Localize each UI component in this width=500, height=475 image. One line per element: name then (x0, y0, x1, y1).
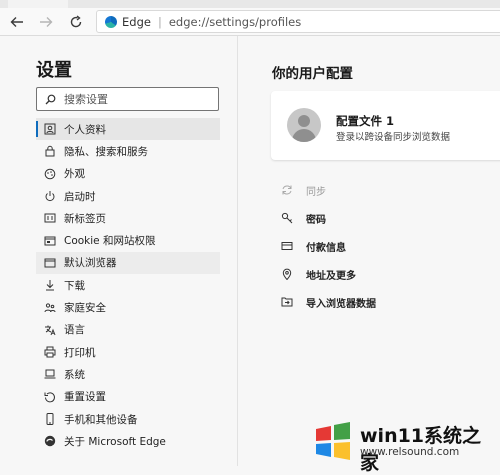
profile-card[interactable]: 配置文件 1 登录以跨设备同步浏览数据 (271, 91, 500, 160)
location-icon (280, 267, 294, 281)
back-button[interactable] (6, 11, 28, 33)
refresh-icon (70, 15, 82, 28)
page-title: 你的用户配置 (272, 66, 353, 82)
menu-item-sync[interactable]: 同步 (280, 176, 490, 204)
reset-icon (43, 390, 57, 404)
lock-icon (43, 144, 57, 158)
menu-label: 同步 (306, 186, 326, 198)
nav-item-downloads[interactable]: 下载 (36, 274, 220, 296)
profile-icon (43, 122, 57, 136)
forward-arrow-icon (40, 17, 53, 27)
card-icon (280, 239, 294, 253)
nav-label: 手机和其他设备 (64, 413, 138, 426)
family-icon (43, 301, 57, 315)
tab[interactable] (8, 0, 68, 8)
site-permissions-icon (43, 234, 57, 248)
nav-item-phone[interactable]: 手机和其他设备 (36, 408, 220, 430)
edge-logo-icon (105, 15, 117, 28)
nav-item-reset[interactable]: 重置设置 (36, 386, 220, 408)
nav-item-languages[interactable]: 语言 (36, 319, 220, 341)
nav-label: 新标签页 (64, 212, 106, 225)
search-settings-field[interactable] (36, 87, 219, 111)
key-icon (280, 211, 294, 225)
nav-item-cookies[interactable]: Cookie 和网站权限 (36, 229, 220, 251)
nav-label: 默认浏览器 (64, 257, 117, 270)
browser-toolbar: Edge | edge://settings/profiles (0, 8, 500, 36)
nav-item-appearance[interactable]: 外观 (36, 163, 220, 185)
watermark: win11系统之家 www.relsound.com (303, 415, 500, 474)
back-arrow-icon (10, 17, 23, 27)
profile-menu: 同步 密码 付款信息 地址及更多 导入浏览器数据 (280, 176, 490, 316)
nav-label: 重置设置 (64, 391, 106, 404)
search-icon (45, 94, 56, 104)
nav-item-new-tab[interactable]: 新标签页 (36, 207, 220, 229)
phone-icon (43, 412, 57, 426)
nav-item-privacy[interactable]: 隐私、搜索和服务 (36, 140, 220, 162)
nav-label: 启动时 (64, 190, 96, 203)
menu-label: 付款信息 (306, 242, 346, 254)
site-name: Edge (122, 14, 151, 29)
nav-item-default-browser[interactable]: 默认浏览器 (36, 251, 220, 275)
address-bar[interactable]: Edge | edge://settings/profiles (96, 10, 500, 33)
watermark-url: www.relsound.com (360, 446, 460, 458)
nav-label: Cookie 和网站权限 (64, 235, 156, 248)
search-input[interactable] (62, 91, 216, 107)
url-text: edge://settings/profiles (168, 14, 302, 29)
download-icon (43, 278, 57, 292)
menu-item-passwords[interactable]: 密码 (280, 204, 490, 232)
nav-label: 个人资料 (64, 123, 106, 136)
palette-icon (43, 167, 57, 181)
forward-button[interactable] (35, 11, 57, 33)
browser-icon (43, 256, 57, 270)
nav-label: 下载 (64, 279, 85, 292)
menu-item-payment[interactable]: 付款信息 (280, 232, 490, 260)
menu-label: 导入浏览器数据 (306, 298, 376, 310)
nav-label: 系统 (64, 368, 85, 381)
nav-label: 关于 Microsoft Edge (64, 435, 166, 448)
menu-label: 密码 (306, 214, 326, 226)
laptop-icon (43, 367, 57, 381)
menu-label: 地址及更多 (306, 270, 356, 282)
address-separator: | (157, 14, 162, 29)
nav-item-system[interactable]: 系统 (36, 363, 220, 385)
settings-title: 设置 (36, 60, 72, 81)
settings-sidebar: 设置 个人资料 隐私、搜索和服务 外观 启动时 新标签页 Cookie 和网站权… (0, 36, 238, 466)
menu-item-addresses[interactable]: 地址及更多 (280, 260, 490, 288)
nav-item-startup[interactable]: 启动时 (36, 185, 220, 207)
menu-item-import[interactable]: 导入浏览器数据 (280, 288, 490, 316)
nav-label: 隐私、搜索和服务 (64, 145, 148, 158)
nav-label: 语言 (64, 324, 85, 337)
nav-item-printers[interactable]: 打印机 (36, 341, 220, 363)
power-icon (43, 189, 57, 203)
refresh-button[interactable] (65, 11, 87, 33)
import-icon (280, 295, 294, 309)
settings-nav: 个人资料 隐私、搜索和服务 外观 启动时 新标签页 Cookie 和网站权限 默… (36, 118, 220, 452)
language-icon (43, 323, 57, 337)
nav-label: 打印机 (64, 346, 96, 359)
nav-item-profile[interactable]: 个人资料 (36, 118, 220, 141)
avatar (287, 108, 321, 142)
edge-logo-icon (43, 434, 57, 448)
profile-name: 配置文件 1 (336, 114, 395, 128)
nav-item-about[interactable]: 关于 Microsoft Edge (36, 430, 220, 452)
nav-label: 家庭安全 (64, 302, 106, 315)
nav-label: 外观 (64, 168, 85, 181)
new-tab-icon (43, 211, 57, 225)
nav-item-family-safety[interactable]: 家庭安全 (36, 296, 220, 318)
sync-icon (280, 183, 294, 197)
printer-icon (43, 345, 57, 359)
windows-logo-icon (316, 422, 350, 460)
profile-subtitle: 登录以跨设备同步浏览数据 (336, 132, 451, 143)
profiles-page: 你的用户配置 配置文件 1 登录以跨设备同步浏览数据 同步 密码 付款信息 地址… (238, 36, 500, 466)
